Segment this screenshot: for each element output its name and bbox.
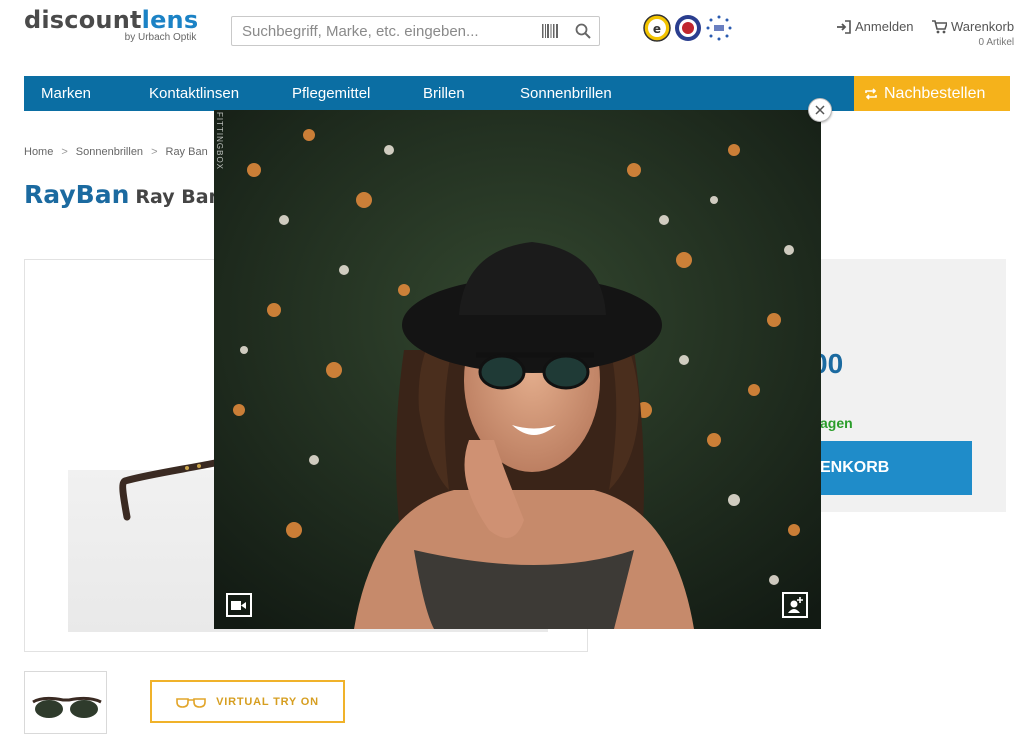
delivery-info: agen — [820, 415, 853, 431]
breadcrumb-home[interactable]: Home — [24, 146, 53, 158]
try-on-photo-image — [214, 110, 821, 629]
reorder-button[interactable]: Nachbestellen — [854, 76, 1010, 111]
certificate-seal-icon[interactable] — [674, 14, 702, 42]
svg-text:e: e — [653, 22, 661, 36]
virtual-try-on-button[interactable]: VIRTUAL TRY ON — [150, 680, 345, 723]
product-name: Ray Ban — [135, 186, 223, 208]
nav-item-kontaktlinsen[interactable]: Kontaktlinsen — [149, 76, 239, 111]
try-on-photo — [214, 110, 821, 629]
login-icon — [837, 19, 851, 34]
barcode-icon[interactable] — [542, 24, 558, 38]
cart-label: Warenkorb — [951, 19, 1015, 34]
video-camera-icon — [231, 600, 246, 610]
cart-count: 0 Artikel — [978, 37, 1015, 48]
cart-icon — [932, 19, 947, 33]
trusted-shops-seal-icon[interactable]: e — [643, 14, 671, 42]
product-glasses-temple — [119, 459, 219, 521]
add-to-cart-button[interactable]: ENKORB — [820, 441, 972, 495]
nav-item-brillen[interactable]: Brillen — [423, 76, 465, 111]
nav-item-sonnenbrillen[interactable]: Sonnenbrillen — [520, 76, 612, 111]
cart-link[interactable]: Warenkorb 0 Artikel — [932, 19, 1014, 48]
virtual-try-on-label: VIRTUAL TRY ON — [216, 695, 319, 708]
trust-seals: e — [643, 14, 733, 42]
logo-wordmark: discountlens — [24, 6, 199, 34]
add-photo-button[interactable] — [782, 592, 808, 618]
search-box[interactable] — [231, 16, 600, 46]
add-person-icon — [788, 597, 803, 613]
breadcrumb-sonnenbrillen[interactable]: Sonnenbrillen — [76, 146, 143, 158]
search-icon[interactable] — [575, 23, 591, 39]
product-thumbnail[interactable] — [24, 671, 107, 734]
breadcrumb-rayban[interactable]: Ray Ban — [166, 146, 208, 158]
search-input[interactable] — [240, 17, 530, 45]
product-brand: RayBan — [24, 180, 130, 209]
refresh-icon — [865, 87, 877, 100]
product-title: RayBan Ray Ban — [24, 180, 222, 209]
logo[interactable]: discountlens by Urbach Optik — [24, 6, 198, 43]
nav-item-pflegemittel[interactable]: Pflegemittel — [292, 76, 370, 111]
eu-seal-icon[interactable] — [705, 14, 733, 42]
login-link[interactable]: Anmelden — [836, 19, 914, 34]
nav-item-marken[interactable]: Marken — [41, 76, 91, 111]
reorder-label: Nachbestellen — [884, 85, 986, 102]
breadcrumb: Home > Sonnenbrillen > Ray Ban — [24, 146, 208, 158]
sunglasses-thumbnail-icon — [32, 696, 102, 718]
video-mode-button[interactable] — [226, 593, 252, 617]
close-overlay-button[interactable] — [808, 98, 832, 122]
fittingbox-watermark: FITTINGBOX — [215, 112, 224, 170]
close-icon — [815, 105, 825, 115]
glasses-icon — [176, 697, 206, 708]
login-label: Anmelden — [855, 19, 914, 34]
